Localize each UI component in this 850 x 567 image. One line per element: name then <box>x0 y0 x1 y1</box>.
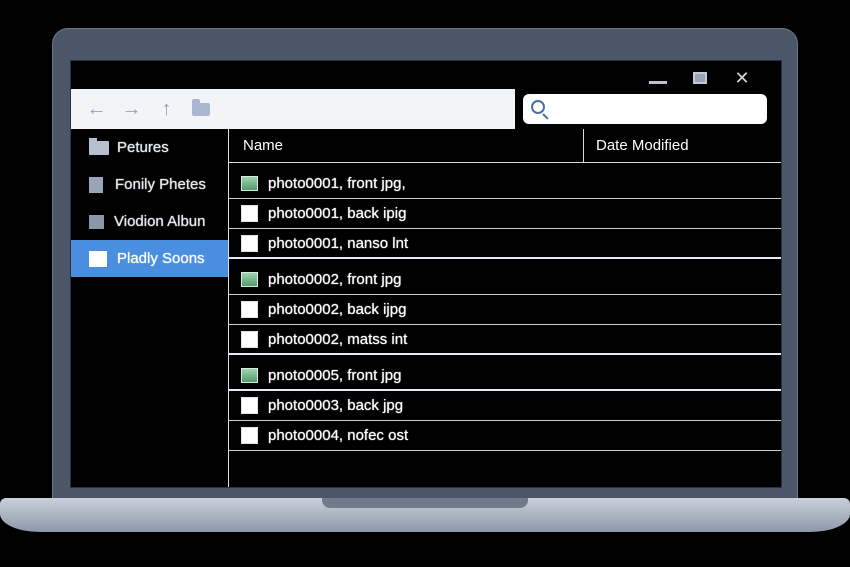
file-name: photo0002, back ijpg <box>268 301 407 318</box>
sidebar-item-vacation-album[interactable]: Viodion Albun <box>71 203 228 240</box>
document-file-icon <box>241 205 258 222</box>
table-row[interactable]: photo0001, front jpg, <box>229 169 781 199</box>
search-input[interactable] <box>557 101 767 117</box>
back-arrow-icon: ← <box>86 97 107 120</box>
forward-button[interactable]: → <box>114 94 149 124</box>
maximize-icon <box>693 72 707 84</box>
table-row[interactable]: photo0001, back ipig <box>229 199 781 229</box>
file-list: Name Date Modified photo0001, front jpg,… <box>229 128 781 487</box>
folder-icon <box>89 137 109 155</box>
image-file-icon <box>241 176 258 191</box>
close-icon: ✕ <box>734 68 750 88</box>
document-file-icon <box>241 330 258 348</box>
sidebar-item-label: Fonily Phetes <box>115 176 206 193</box>
column-header-date-modified[interactable]: Date Modified <box>583 128 781 163</box>
minimize-icon <box>649 80 667 84</box>
document-file-icon <box>241 301 258 318</box>
image-file-icon <box>241 272 258 287</box>
sidebar-item-pictures[interactable]: Petures <box>71 129 228 166</box>
close-button[interactable]: ✕ <box>721 67 763 89</box>
file-name: photo0001, nanso lnt <box>268 234 409 252</box>
file-name: photo0004, nofec ost <box>268 427 409 444</box>
sidebar-item-family-photos[interactable]: Fonily Phetes <box>71 166 228 203</box>
file-name: photo0001, front jpg, <box>268 175 406 192</box>
file-name: photo0001, back ipig <box>268 205 407 222</box>
table-row[interactable]: photo0004, nofec ost <box>229 421 781 451</box>
search-box[interactable] <box>523 94 767 124</box>
folder-icon[interactable] <box>192 98 210 116</box>
sidebar-item-label: Petures <box>117 139 169 156</box>
image-file-icon <box>241 367 258 383</box>
book-icon <box>89 176 103 193</box>
sidebar-item-selected[interactable]: Pladly Soons <box>71 240 228 277</box>
document-file-icon <box>241 427 258 444</box>
document-file-icon <box>241 397 258 414</box>
table-row[interactable]: photo0001, nanso lnt <box>229 229 781 259</box>
table-row[interactable]: photo0002, matss int <box>229 325 781 355</box>
maximize-button[interactable] <box>679 67 721 89</box>
file-name: photo0002, front jpg <box>268 271 402 288</box>
up-arrow-icon: ↑ <box>161 97 172 120</box>
file-name: photo0002, matss int <box>268 330 408 348</box>
table-row[interactable]: pnoto0005, front jpg <box>229 361 781 391</box>
sidebar-item-label: Viodion Albun <box>114 213 206 230</box>
search-icon <box>529 98 551 120</box>
document-file-icon <box>241 234 258 252</box>
up-button[interactable]: ↑ <box>149 94 184 124</box>
table-row[interactable]: photo0002, front jpg <box>229 265 781 295</box>
toolbar: ← → ↑ <box>71 89 781 129</box>
sidebar-item-label: Pladly Soons <box>117 250 205 267</box>
window-controls: ✕ <box>637 67 763 89</box>
file-name: photo0003, back jpg <box>268 397 404 414</box>
white-square-icon <box>89 250 107 267</box>
file-name: pnoto0005, front jpg <box>268 366 402 384</box>
minimize-button[interactable] <box>637 67 679 89</box>
column-header-name[interactable]: Name <box>229 137 583 154</box>
list-header: Name Date Modified <box>229 128 781 163</box>
laptop-base-notch <box>322 498 528 508</box>
file-explorer-window: ✕ ← → ↑ Petures Fonily Phetes Viodion Al… <box>70 60 782 488</box>
sidebar: Petures Fonily Phetes Viodion Albun Plad… <box>71 129 229 487</box>
album-icon <box>89 214 104 229</box>
forward-arrow-icon: → <box>121 97 142 120</box>
table-row[interactable]: photo0002, back ijpg <box>229 295 781 325</box>
back-button[interactable]: ← <box>79 94 114 124</box>
table-row[interactable]: photo0003, back jpg <box>229 391 781 421</box>
